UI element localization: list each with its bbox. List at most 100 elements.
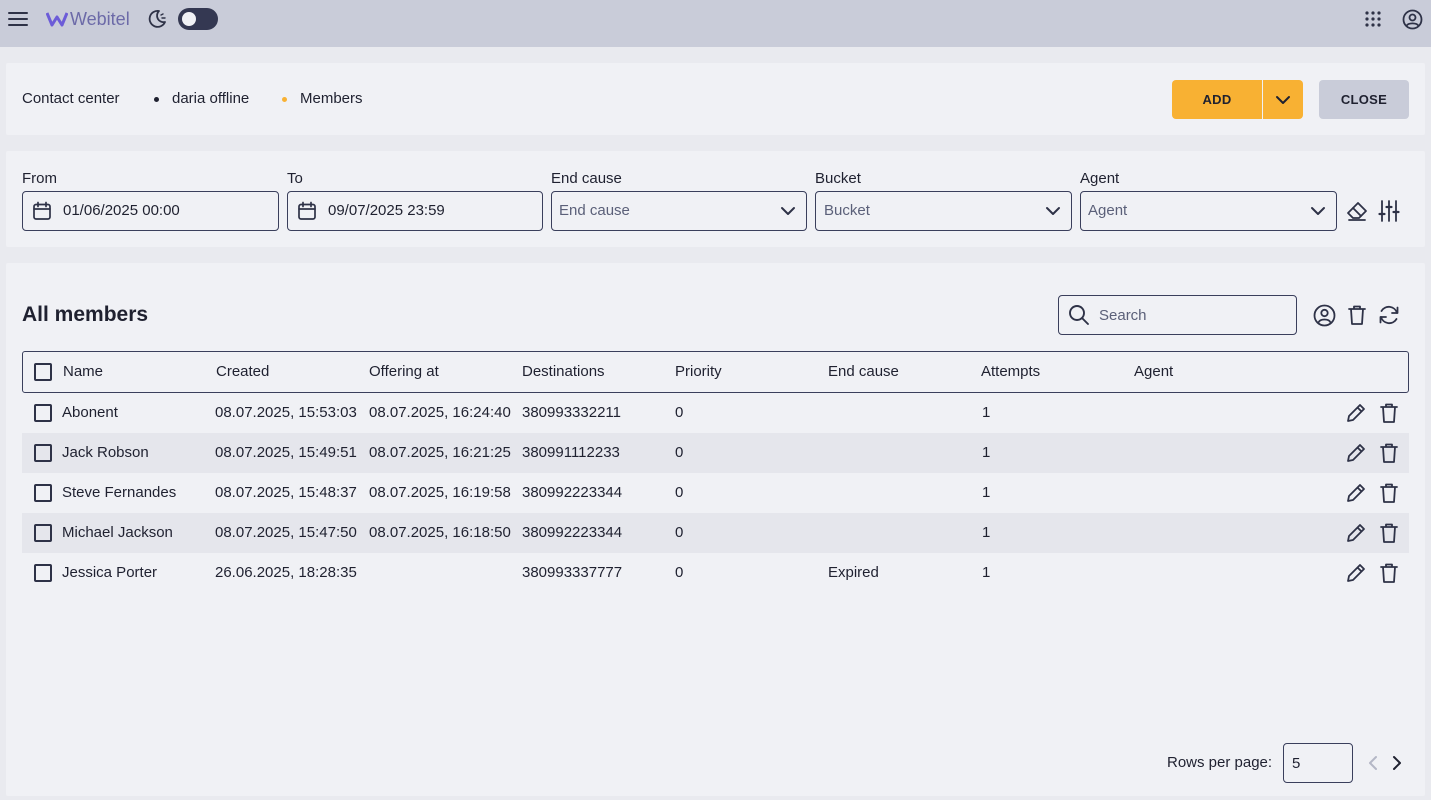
row-checkbox[interactable] xyxy=(34,484,52,502)
trash-icon[interactable] xyxy=(1379,402,1399,424)
cell-created: 08.07.2025, 15:53:03 xyxy=(215,404,357,421)
chevron-down-icon xyxy=(1310,203,1326,219)
rows-per-page-value: 5 xyxy=(1292,755,1301,772)
cell-created: 26.06.2025, 18:28:35 xyxy=(215,564,357,581)
refresh-icon[interactable] xyxy=(1378,304,1400,326)
column-header-end-cause[interactable]: End cause xyxy=(828,363,899,380)
chevron-left-icon[interactable] xyxy=(1366,755,1380,771)
to-date-field[interactable]: 09/07/2025 23:59 xyxy=(287,191,543,231)
pencil-icon[interactable] xyxy=(1345,482,1367,504)
row-checkbox[interactable] xyxy=(34,524,52,542)
breadcrumb-item-contact-center[interactable]: Contact center xyxy=(22,90,120,107)
cell-created: 08.07.2025, 15:49:51 xyxy=(215,444,357,461)
table-row[interactable]: Jack Robson 08.07.2025, 15:49:51 08.07.2… xyxy=(22,433,1409,473)
cell-destinations: 380991112233 xyxy=(522,444,620,461)
add-button[interactable]: ADD xyxy=(1172,80,1262,119)
row-checkbox[interactable] xyxy=(34,564,52,582)
column-header-agent[interactable]: Agent xyxy=(1134,363,1173,380)
account-icon[interactable] xyxy=(1402,9,1423,30)
cell-offering-at: 08.07.2025, 16:21:25 xyxy=(369,444,511,461)
eraser-icon[interactable] xyxy=(1346,201,1368,221)
chevron-down-icon xyxy=(1275,95,1291,105)
breadcrumb-separator-active xyxy=(282,97,287,102)
bucket-label: Bucket xyxy=(815,170,861,187)
breadcrumb-separator xyxy=(154,97,159,102)
column-header-offering-at[interactable]: Offering at xyxy=(369,363,439,380)
agent-placeholder: Agent xyxy=(1088,202,1128,219)
apps-grid-icon[interactable] xyxy=(1364,10,1382,28)
trash-icon[interactable] xyxy=(1379,442,1399,464)
cell-attempts: 1 xyxy=(982,444,991,461)
row-checkbox[interactable] xyxy=(34,444,52,462)
pencil-icon[interactable] xyxy=(1345,522,1367,544)
cell-priority: 0 xyxy=(675,484,684,501)
trash-icon[interactable] xyxy=(1379,562,1399,584)
cell-destinations: 380993332211 xyxy=(522,404,621,421)
agent-select[interactable]: Agent xyxy=(1080,191,1337,231)
theme-toggle[interactable] xyxy=(178,8,218,30)
close-button[interactable]: CLOSE xyxy=(1319,80,1409,119)
rows-per-page-input[interactable]: 5 xyxy=(1283,743,1353,783)
column-header-attempts[interactable]: Attempts xyxy=(981,363,1040,380)
moon-icon xyxy=(147,9,167,29)
column-header-priority[interactable]: Priority xyxy=(675,363,722,380)
cell-destinations: 380992223344 xyxy=(522,524,623,541)
table-row[interactable]: Michael Jackson 08.07.2025, 15:47:50 08.… xyxy=(22,513,1409,553)
breadcrumb-item-members: Members xyxy=(300,90,363,107)
breadcrumb-item-queue[interactable]: daria offline xyxy=(172,90,249,107)
table-row[interactable]: Steve Fernandes 08.07.2025, 15:48:37 08.… xyxy=(22,473,1409,513)
end-cause-select[interactable]: End cause xyxy=(551,191,807,231)
end-cause-placeholder: End cause xyxy=(559,202,630,219)
row-checkbox[interactable] xyxy=(34,404,52,422)
cell-end-cause: Expired xyxy=(828,564,879,581)
toggle-knob xyxy=(182,12,196,26)
pencil-icon[interactable] xyxy=(1345,442,1367,464)
from-date-field[interactable]: 01/06/2025 00:00 xyxy=(22,191,279,231)
brand-name[interactable]: Webitel xyxy=(70,9,130,30)
cell-created: 08.07.2025, 15:47:50 xyxy=(215,524,357,541)
page-title: All members xyxy=(22,303,149,326)
webitel-logo-icon xyxy=(46,11,68,27)
column-header-created[interactable]: Created xyxy=(216,363,269,380)
search-icon[interactable] xyxy=(1068,304,1090,326)
chevron-right-icon[interactable] xyxy=(1390,755,1404,771)
cell-name: Abonent xyxy=(62,404,118,421)
cell-offering-at: 08.07.2025, 16:18:50 xyxy=(369,524,511,541)
rows-per-page-label: Rows per page: xyxy=(1167,754,1273,771)
user-circle-icon[interactable] xyxy=(1313,304,1336,327)
menu-icon[interactable] xyxy=(8,9,28,29)
cell-priority: 0 xyxy=(675,524,684,541)
end-cause-label: End cause xyxy=(551,170,622,187)
search-input[interactable]: Search xyxy=(1058,295,1297,335)
pencil-icon[interactable] xyxy=(1345,402,1367,424)
trash-icon[interactable] xyxy=(1379,482,1399,504)
cell-priority: 0 xyxy=(675,404,684,421)
chevron-down-icon xyxy=(780,203,796,219)
agent-label: Agent xyxy=(1080,170,1120,187)
add-options-button[interactable] xyxy=(1263,80,1303,119)
calendar-icon[interactable] xyxy=(297,201,317,221)
table-row[interactable]: Abonent 08.07.2025, 15:53:03 08.07.2025,… xyxy=(22,393,1409,433)
cell-attempts: 1 xyxy=(982,484,991,501)
cell-name: Jessica Porter xyxy=(62,564,158,581)
cell-attempts: 1 xyxy=(982,404,991,421)
cell-name: Jack Robson xyxy=(62,444,149,461)
cell-attempts: 1 xyxy=(982,564,991,581)
cell-name: Michael Jackson xyxy=(62,524,173,541)
column-header-destinations[interactable]: Destinations xyxy=(522,363,605,380)
from-date-value: 01/06/2025 00:00 xyxy=(63,202,180,219)
column-header-name[interactable]: Name xyxy=(63,363,103,380)
trash-icon[interactable] xyxy=(1379,522,1399,544)
bucket-placeholder: Bucket xyxy=(824,202,870,219)
bucket-select[interactable]: Bucket xyxy=(815,191,1072,231)
cell-created: 08.07.2025, 15:48:37 xyxy=(215,484,357,501)
pencil-icon[interactable] xyxy=(1345,562,1367,584)
calendar-icon[interactable] xyxy=(32,201,52,221)
trash-icon[interactable] xyxy=(1347,304,1367,326)
select-all-checkbox[interactable] xyxy=(34,363,52,381)
top-bar: Webitel xyxy=(0,0,1431,47)
to-label: To xyxy=(287,170,303,187)
filter-settings-icon[interactable] xyxy=(1378,199,1400,223)
cell-attempts: 1 xyxy=(982,524,991,541)
table-row[interactable]: Jessica Porter 26.06.2025, 18:28:35 3809… xyxy=(22,553,1409,593)
